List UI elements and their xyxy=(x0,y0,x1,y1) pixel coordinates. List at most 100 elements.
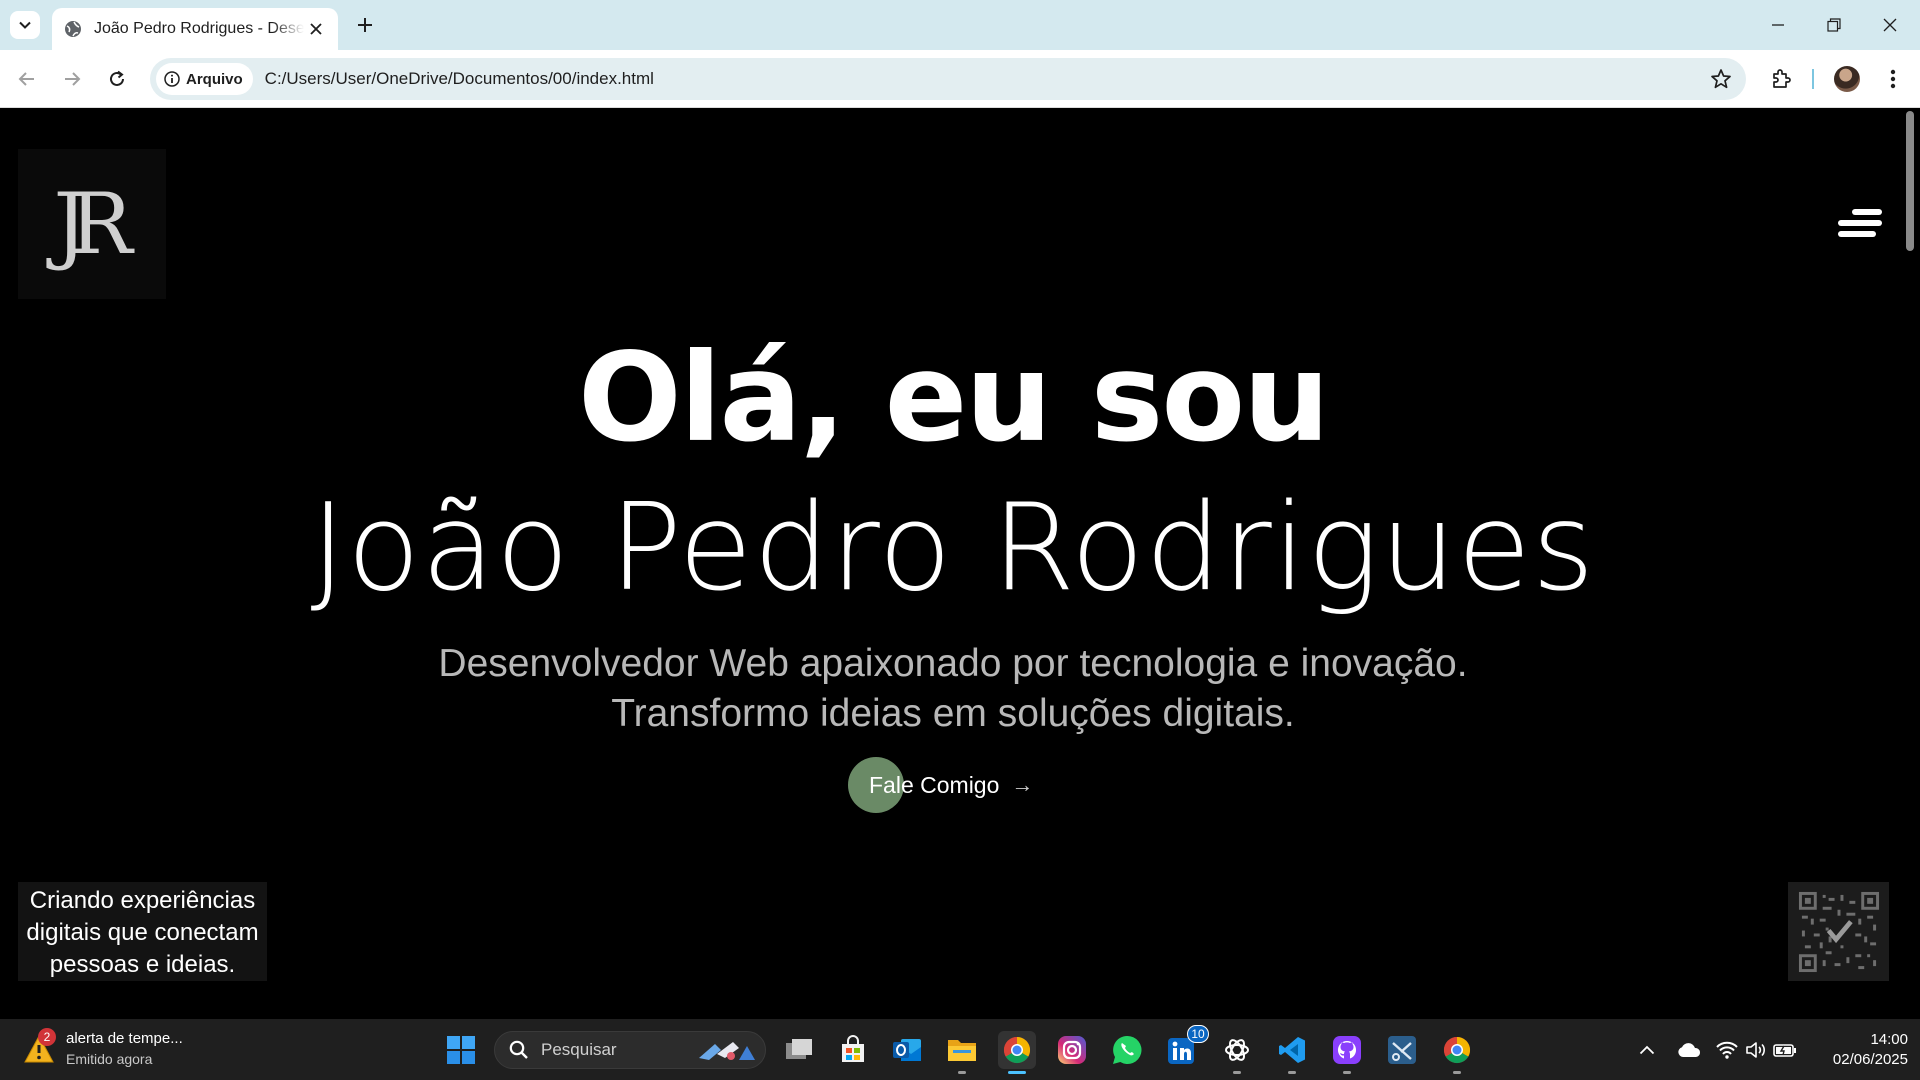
chrome-icon xyxy=(1443,1036,1471,1064)
close-icon xyxy=(1883,18,1897,32)
running-indicator xyxy=(1288,1071,1296,1074)
logo-text: JR xyxy=(53,175,133,273)
volume-tray[interactable] xyxy=(1743,1037,1769,1063)
plus-icon xyxy=(358,18,372,32)
url-text[interactable]: C:/Users/User/OneDrive/Documentos/00/ind… xyxy=(265,69,654,89)
portfolio-page: JR Olá, eu sou João Pedro Rodrigues Dese… xyxy=(0,109,1920,1019)
instagram-app[interactable] xyxy=(1053,1031,1091,1069)
snipping-tool-icon xyxy=(1388,1036,1416,1064)
linkedin-badge: 10 xyxy=(1187,1025,1209,1043)
profile-button[interactable] xyxy=(1832,64,1862,94)
site-chip-label: Arquivo xyxy=(186,70,243,88)
browser-tab[interactable]: João Pedro Rodrigues - Desenvolvedor Web xyxy=(52,8,338,50)
task-view-button[interactable] xyxy=(780,1031,818,1069)
notification-title: alerta de tempe... xyxy=(66,1030,183,1047)
start-button[interactable] xyxy=(442,1031,480,1069)
outlook-app[interactable] xyxy=(888,1031,926,1069)
windows-taskbar: 2 alerta de tempe... Emitido agora Pesqu… xyxy=(0,1019,1920,1080)
clock-time: 14:00 xyxy=(1870,1031,1908,1048)
hero-name: João Pedro Rodrigues xyxy=(310,479,1596,618)
hero-subtitle-line1: Desenvolvedor Web apaixonado por tecnolo… xyxy=(438,642,1468,685)
browser-menu-button[interactable] xyxy=(1878,64,1908,94)
back-button[interactable] xyxy=(12,64,42,94)
show-hidden-icons-button[interactable] xyxy=(1634,1037,1660,1063)
file-explorer-icon xyxy=(948,1040,976,1061)
wifi-icon xyxy=(1716,1041,1738,1059)
star-icon[interactable] xyxy=(1710,68,1732,90)
task-view-icon xyxy=(786,1039,812,1059)
reload-button[interactable] xyxy=(102,64,132,94)
search-highlight-icon xyxy=(699,1042,755,1060)
restore-icon xyxy=(1827,18,1841,32)
vscode-icon xyxy=(1279,1037,1305,1063)
volume-icon xyxy=(1746,1042,1765,1058)
active-indicator xyxy=(1008,1071,1026,1074)
globe-icon xyxy=(65,21,81,37)
menu-button[interactable] xyxy=(1838,207,1882,241)
notification-text: alerta de tempe... Emitido agora xyxy=(66,1029,183,1069)
contact-button[interactable]: Fale Comigo → xyxy=(848,757,1033,813)
chevron-up-icon xyxy=(1639,1045,1655,1055)
restore-button[interactable] xyxy=(1806,0,1862,50)
snipping-app[interactable] xyxy=(1383,1031,1421,1069)
tab-strip: João Pedro Rodrigues - Desenvolvedor Web xyxy=(0,0,1920,50)
weather-alert-icon: 2 xyxy=(22,1028,56,1066)
store-icon xyxy=(842,1035,864,1062)
running-indicator xyxy=(1453,1071,1461,1074)
vscode-app[interactable] xyxy=(1273,1031,1311,1074)
clock-date: 02/06/2025 xyxy=(1832,1051,1908,1068)
info-icon xyxy=(164,71,180,87)
whatsapp-app[interactable] xyxy=(1108,1031,1146,1069)
outlook-icon xyxy=(893,1039,921,1061)
browser-toolbar: Arquivo C:/Users/User/OneDrive/Documento… xyxy=(0,50,1920,108)
windows-start-icon xyxy=(447,1036,475,1064)
onedrive-tray[interactable] xyxy=(1676,1037,1702,1063)
onedrive-icon xyxy=(1678,1043,1701,1057)
battery-icon xyxy=(1773,1044,1796,1057)
extensions-button[interactable] xyxy=(1766,64,1796,94)
minimize-icon xyxy=(1772,24,1784,26)
tab-title: João Pedro Rodrigues - Desenvolvedor Web xyxy=(94,20,304,37)
tab-close-button[interactable] xyxy=(306,19,326,39)
wifi-tray[interactable] xyxy=(1714,1037,1740,1063)
site-info-chip[interactable]: Arquivo xyxy=(156,63,253,95)
battery-tray[interactable] xyxy=(1772,1037,1798,1063)
arrow-right-icon: → xyxy=(1011,772,1034,797)
forward-button[interactable] xyxy=(57,64,87,94)
weather-notification[interactable]: 2 alerta de tempe... Emitido agora xyxy=(22,1028,183,1069)
chatgpt-icon xyxy=(1225,1039,1249,1061)
whatsapp-icon xyxy=(1113,1035,1142,1064)
reload-icon xyxy=(110,70,124,86)
chatgpt-app[interactable] xyxy=(1218,1031,1256,1074)
store-app[interactable] xyxy=(834,1031,872,1069)
hero-subtitle-line2: Transformo ideias em soluções digitais. xyxy=(611,692,1295,735)
file-explorer-app[interactable] xyxy=(943,1031,981,1074)
chrome-app-active[interactable] xyxy=(998,1031,1036,1074)
address-bar[interactable]: Arquivo C:/Users/User/OneDrive/Documento… xyxy=(150,58,1746,100)
system-clock[interactable]: 14:00 02/06/2025 xyxy=(1812,1030,1908,1070)
running-indicator xyxy=(1343,1071,1351,1074)
qr-code-box[interactable] xyxy=(1788,882,1889,981)
qr-code-icon xyxy=(1795,888,1882,975)
tagline-box: Criando experiências digitais que conect… xyxy=(18,882,267,981)
github-icon xyxy=(1333,1036,1361,1064)
chrome-app[interactable] xyxy=(1438,1031,1476,1074)
minimize-button[interactable] xyxy=(1750,0,1806,50)
new-tab-button[interactable] xyxy=(352,12,378,38)
back-icon xyxy=(18,72,34,86)
page-scrollbar[interactable] xyxy=(1906,111,1914,251)
instagram-icon xyxy=(1058,1036,1086,1064)
notification-subtitle: Emitido agora xyxy=(66,1051,153,1067)
taskbar-search[interactable]: Pesquisar xyxy=(494,1031,766,1069)
tab-search-button[interactable] xyxy=(10,11,40,39)
site-logo[interactable]: JR xyxy=(18,149,166,299)
running-indicator xyxy=(958,1071,966,1074)
hero-subtitle: Desenvolvedor Web apaixonado por tecnolo… xyxy=(0,639,1906,739)
linkedin-app[interactable]: 10 xyxy=(1163,1025,1209,1069)
more-vertical-icon xyxy=(1890,69,1896,89)
running-indicator xyxy=(1233,1071,1241,1074)
extensions-icon xyxy=(1773,69,1791,88)
avatar xyxy=(1834,66,1860,92)
github-app[interactable] xyxy=(1328,1031,1366,1074)
close-window-button[interactable] xyxy=(1862,0,1918,50)
